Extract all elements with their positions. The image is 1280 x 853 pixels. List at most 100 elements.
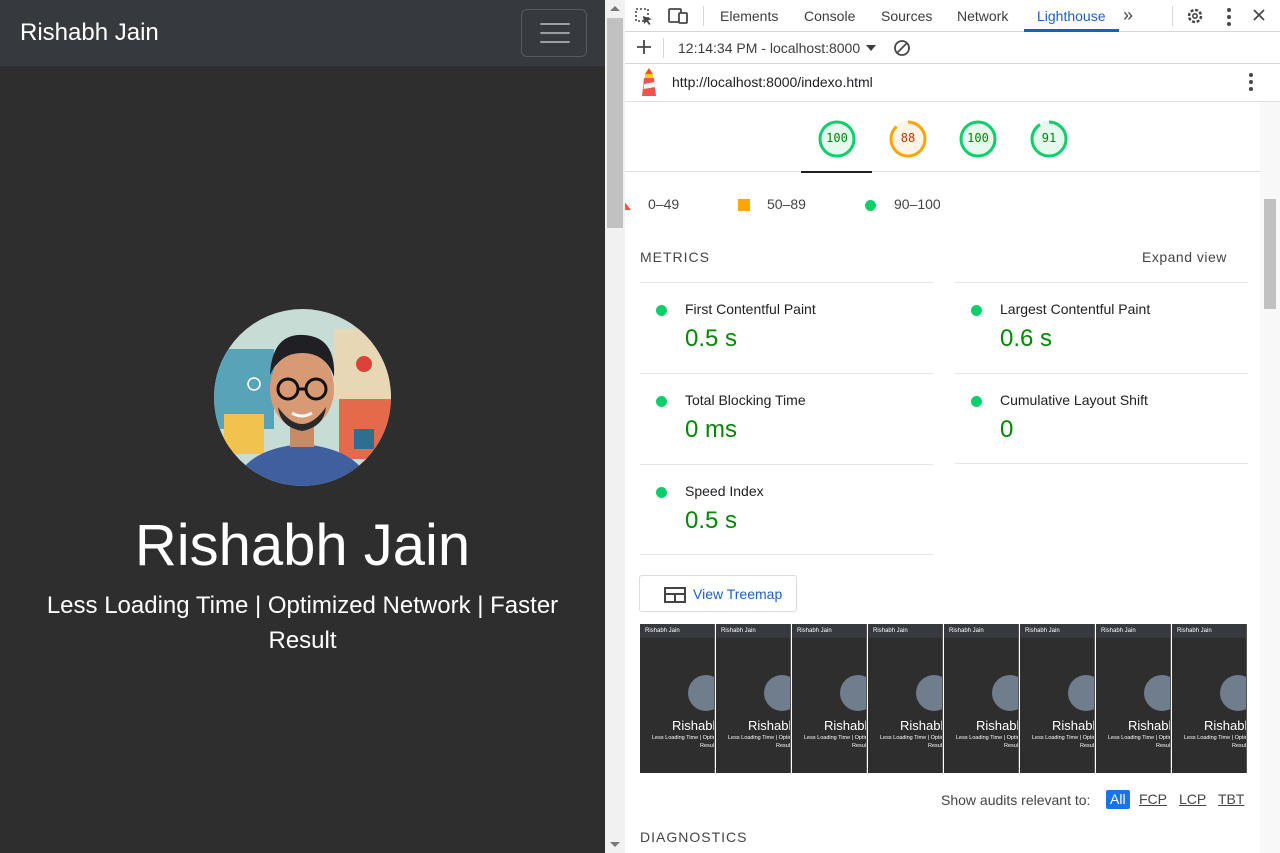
frame-brand: Rishabh Jain	[721, 628, 756, 634]
filter-chip-tbt[interactable]: TBT	[1218, 791, 1244, 807]
filmstrip-frame[interactable]: Rishabh Jain Rishabh Less Loading Time | O…	[792, 624, 867, 773]
metric-title: First Contentful Paint	[685, 301, 816, 317]
report-menu-kebab-icon[interactable]	[1249, 73, 1253, 94]
filmstrip-frame[interactable]: Rishabh Jain Rishabh Less Loading Time | O…	[1020, 624, 1095, 773]
chevron-double-right-icon[interactable]: »	[1123, 6, 1133, 24]
site-navbar: Rishabh Jain	[0, 0, 605, 66]
add-report-icon[interactable]	[637, 40, 651, 54]
kebab-menu-icon[interactable]	[1227, 8, 1231, 29]
view-treemap-label: View Treemap	[693, 586, 783, 602]
frame-avatar	[916, 675, 942, 711]
frame-avatar	[688, 675, 714, 711]
scrollbar-thumb[interactable]	[1264, 199, 1276, 309]
metric-cumulative-layout-shift: Cumulative Layout Shift 0	[955, 373, 1248, 464]
filmstrip-frame[interactable]: Rishabh Jain Rishabh Less Loading Time | O…	[868, 624, 943, 773]
hamburger-line	[540, 41, 570, 43]
frame-tagline-end: Result	[1156, 743, 1171, 749]
pass-circle-icon	[865, 200, 876, 211]
frame-tagline: Less Loading Time | Optimiz	[652, 735, 715, 741]
metric-value: 0.6 s	[1000, 325, 1053, 352]
score-gauge[interactable]: 88	[888, 119, 928, 159]
frame-brand: Rishabh Jain	[797, 628, 832, 634]
metric-title: Speed Index	[685, 483, 764, 499]
pass-circle-icon	[656, 305, 667, 316]
frame-tagline-end: Result	[776, 743, 791, 749]
frame-tagline-end: Result	[1004, 743, 1019, 749]
view-treemap-button[interactable]: View Treemap	[639, 575, 797, 612]
frame-tagline: Less Loading Time | Optimiz	[804, 735, 867, 741]
score-value: 88	[900, 131, 916, 145]
scroll-down-arrow-icon[interactable]	[610, 842, 620, 847]
filmstrip-frame[interactable]: Rishabh Jain Rishabh Less Loading Time | O…	[640, 624, 715, 773]
metric-value: 0.5 s	[685, 507, 738, 534]
report-url: http://localhost:8000/indexo.html	[672, 74, 873, 90]
inspect-element-icon[interactable]	[635, 8, 653, 26]
scrollbar-thumb[interactable]	[607, 18, 623, 228]
frame-avatar	[1220, 675, 1246, 711]
report-select[interactable]: 12:14:34 PM - localhost:8000	[678, 40, 860, 56]
filmstrip-frame[interactable]: Rishabh Jain Rishabh Less Loading Time | O…	[1096, 624, 1171, 773]
tab-network[interactable]: Network	[957, 8, 1008, 24]
clear-all-icon[interactable]	[893, 39, 911, 57]
frame-brand: Rishabh Jain	[873, 628, 908, 634]
navbar-toggler-button[interactable]	[521, 9, 587, 57]
frame-tagline-end: Result	[700, 743, 715, 749]
frame-name: Rishabh	[824, 718, 867, 733]
hero-tagline: Less Loading Time | Optimized Network | …	[40, 588, 565, 658]
profile-avatar	[214, 309, 391, 486]
filmstrip: Rishabh Jain Rishabh Less Loading Time | O…	[640, 624, 1247, 773]
frame-avatar	[764, 675, 790, 711]
frame-tagline-end: Result	[852, 743, 867, 749]
filmstrip-frame[interactable]: Rishabh Jain Rishabh Less Loading Time | O…	[1172, 624, 1247, 773]
metric-first-contentful-paint: First Contentful Paint 0.5 s	[640, 282, 933, 373]
pass-circle-icon	[656, 487, 667, 498]
frame-tagline-end: Result	[1080, 743, 1095, 749]
report-scrollbar[interactable]	[1260, 102, 1280, 853]
diagnostics-heading: DIAGNOSTICS	[640, 829, 748, 845]
page-scrollbar[interactable]	[605, 0, 625, 853]
filter-chip-fcp[interactable]: FCP	[1139, 791, 1167, 807]
metric-speed-index: Speed Index 0.5 s	[640, 464, 933, 555]
filter-chip-lcp[interactable]: LCP	[1179, 791, 1206, 807]
audits-filter-label: Show audits relevant to:	[941, 792, 1091, 808]
gear-icon[interactable]	[1186, 7, 1204, 25]
score-gauge[interactable]: 91	[1029, 119, 1069, 159]
tab-sources[interactable]: Sources	[881, 8, 932, 24]
filmstrip-frame[interactable]: Rishabh Jain Rishabh Less Loading Time | O…	[716, 624, 791, 773]
device-toolbar-icon[interactable]	[668, 8, 688, 24]
metric-title: Cumulative Layout Shift	[1000, 392, 1148, 408]
frame-avatar	[1068, 675, 1094, 711]
pass-circle-icon	[971, 396, 982, 407]
chevron-down-icon[interactable]	[866, 45, 876, 51]
hamburger-line	[540, 23, 570, 25]
navbar-brand[interactable]: Rishabh Jain	[20, 19, 159, 47]
scroll-up-arrow-icon[interactable]	[610, 6, 620, 11]
tab-console[interactable]: Console	[804, 8, 855, 24]
treemap-icon	[664, 587, 686, 603]
frame-tagline: Less Loading Time | Optimiz	[956, 735, 1019, 741]
score-value: 91	[1041, 131, 1057, 145]
devtools-panel: Elements Console Sources Network Lightho…	[625, 0, 1280, 853]
tab-elements[interactable]: Elements	[720, 8, 778, 24]
legend-average: 50–89	[767, 196, 806, 212]
metric-value: 0 ms	[685, 416, 738, 443]
score-gauge[interactable]: 100	[817, 119, 857, 159]
frame-name: Rishabh	[976, 718, 1019, 733]
frame-tagline: Less Loading Time | Optimiz	[1108, 735, 1171, 741]
tab-lighthouse[interactable]: Lighthouse	[1037, 8, 1106, 24]
metrics-heading: METRICS	[640, 249, 710, 265]
page-preview: Rishabh Jain Rishabh Jain Less Loading T…	[0, 0, 605, 853]
frame-name: Rishabh	[1128, 718, 1171, 733]
frame-avatar	[1144, 675, 1170, 711]
frame-tagline: Less Loading Time | Optimiz	[728, 735, 791, 741]
score-gauge[interactable]: 100	[958, 119, 998, 159]
close-icon[interactable]	[1252, 8, 1266, 22]
filter-chip-all[interactable]: All	[1106, 790, 1130, 809]
score-legend: 0–49 50–89 90–100	[625, 194, 1260, 214]
legend-pass: 90–100	[894, 196, 941, 212]
frame-name: Rishabh	[900, 718, 943, 733]
frame-tagline: Less Loading Time | Optimiz	[1184, 735, 1247, 741]
expand-view-toggle[interactable]: Expand view	[1142, 249, 1227, 265]
frame-brand: Rishabh Jain	[1101, 628, 1136, 634]
filmstrip-frame[interactable]: Rishabh Jain Rishabh Less Loading Time | O…	[944, 624, 1019, 773]
